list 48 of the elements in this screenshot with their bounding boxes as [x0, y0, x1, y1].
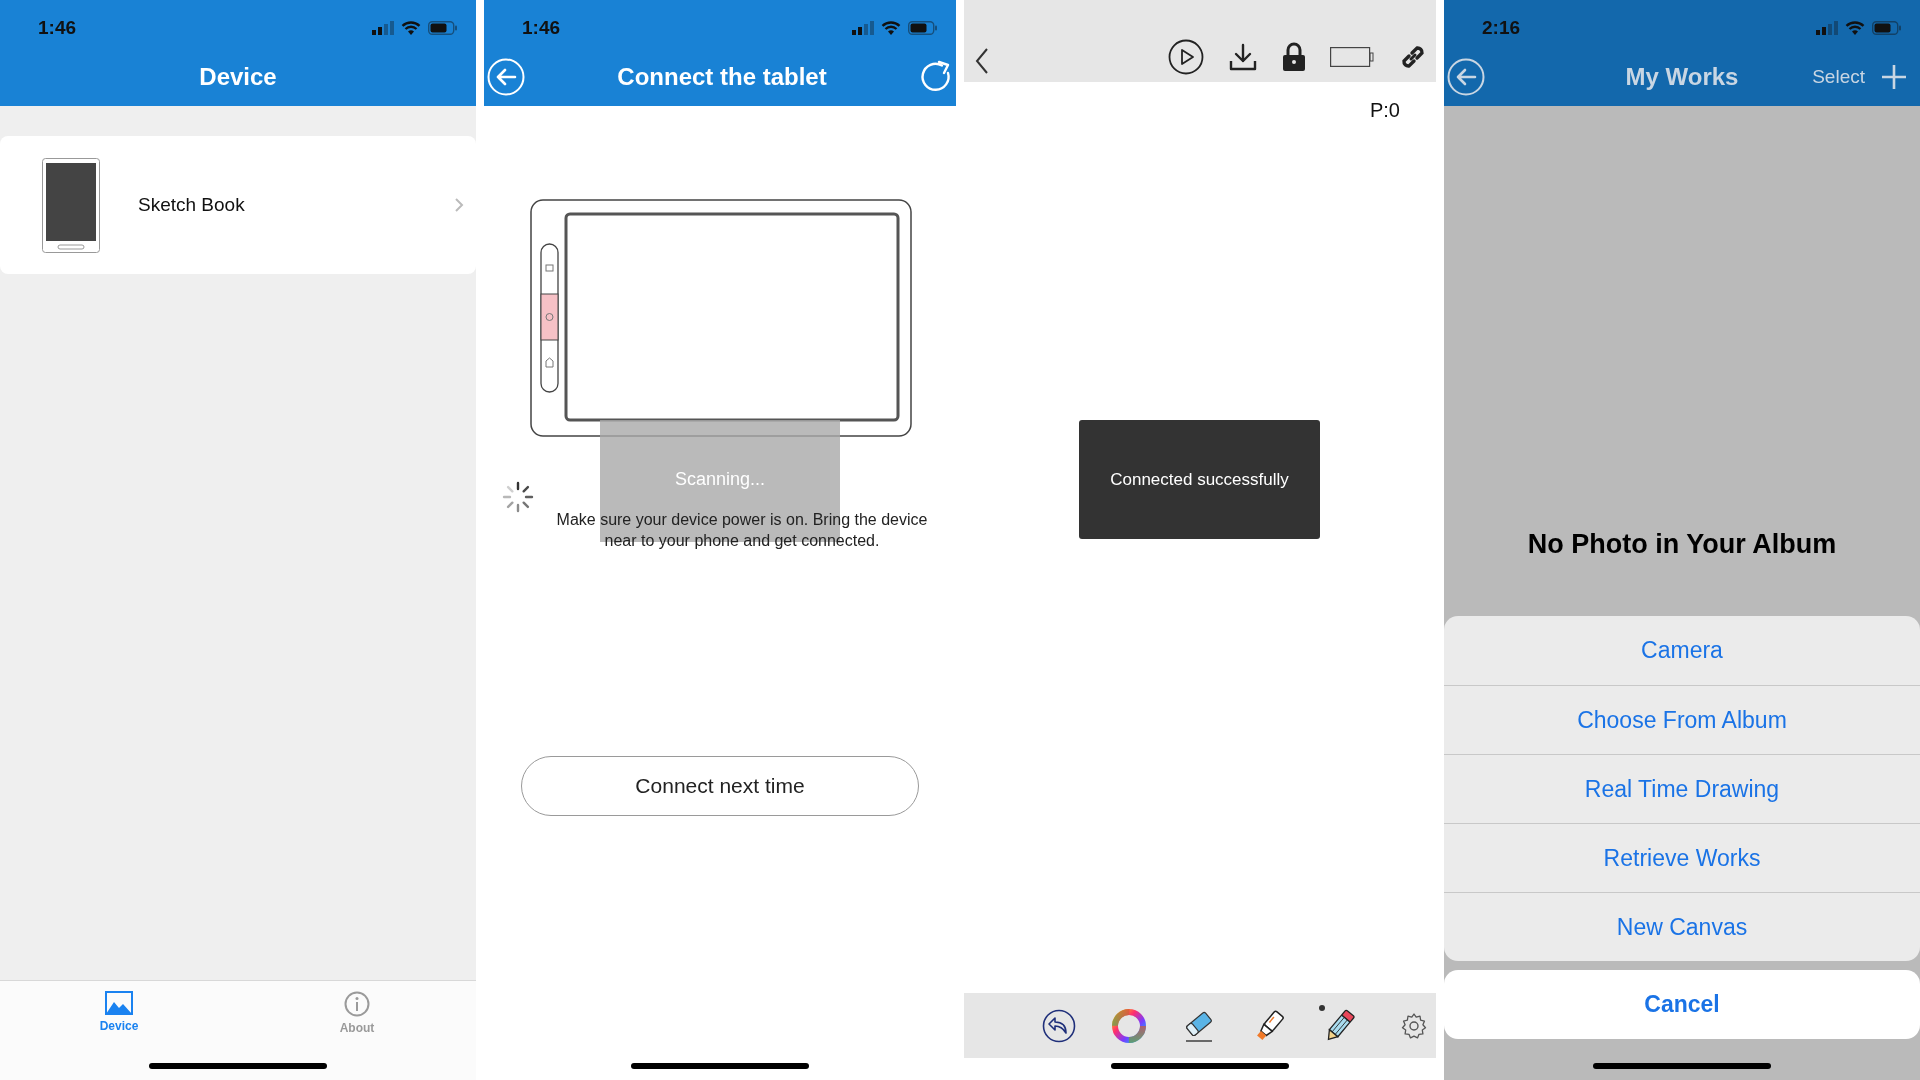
lock-icon[interactable] — [1282, 42, 1306, 72]
signal-icon — [372, 21, 394, 35]
empty-battery-icon — [1330, 47, 1374, 67]
tab[interactable]: About — [238, 981, 476, 1080]
plus-icon[interactable] — [1881, 64, 1907, 90]
select-button[interactable]: Select — [1812, 62, 1865, 92]
screen-title: Device — [199, 62, 277, 92]
action-option[interactable]: Choose From Album — [1444, 685, 1920, 754]
hint-text: Make sure your device power is on. Bring the device near to your phone and get connected. — [555, 510, 929, 551]
tab[interactable]: Device — [0, 981, 238, 1080]
action-option[interactable]: Retrieve Works — [1444, 823, 1920, 892]
empty-message: No Photo in Your Album — [1527, 528, 1837, 561]
status-time: 1:46 — [38, 15, 77, 40]
toast-text: Scanning... — [674, 468, 766, 490]
status-time: 1:46 — [522, 15, 561, 40]
image-icon — [105, 991, 133, 1015]
play-icon[interactable] — [1168, 39, 1204, 75]
page-counter: P:0 — [1369, 98, 1400, 123]
device-name: Sketch Book — [138, 192, 246, 217]
settings-icon[interactable] — [1400, 1011, 1428, 1040]
wifi-icon — [881, 20, 901, 36]
tablet-icon — [42, 157, 100, 253]
connect-next-time-button[interactable]: Connect next time — [521, 756, 919, 816]
chevron-right-icon — [454, 197, 464, 213]
wifi-icon — [401, 20, 421, 36]
action-option[interactable]: Real Time Drawing — [1444, 754, 1920, 823]
action-option[interactable]: New Canvas — [1444, 892, 1920, 961]
loading-spinner-icon — [500, 479, 536, 515]
info-icon — [344, 991, 370, 1017]
status-time: 2:16 — [1482, 15, 1521, 40]
back-chevron-icon[interactable] — [974, 47, 990, 75]
signal-icon — [852, 21, 874, 35]
screen-title: Connect the tablet — [617, 62, 827, 92]
color-wheel-icon[interactable] — [1112, 1008, 1146, 1043]
wifi-icon — [1845, 20, 1865, 36]
action-option[interactable]: Camera — [1444, 616, 1920, 685]
undo-icon[interactable] — [1042, 1008, 1076, 1043]
battery-icon — [428, 21, 458, 35]
screen-title: My Works — [1625, 62, 1739, 92]
toast-text: Connected successfully — [1110, 468, 1289, 491]
refresh-icon[interactable] — [919, 60, 953, 94]
battery-icon — [1872, 21, 1902, 35]
device-list-item[interactable]: Sketch Book — [0, 136, 476, 274]
battery-icon — [908, 21, 938, 35]
cancel-button[interactable]: Cancel — [1444, 970, 1920, 1039]
back-icon[interactable] — [1447, 58, 1485, 96]
download-icon[interactable] — [1228, 42, 1258, 72]
signal-icon — [1816, 21, 1838, 35]
